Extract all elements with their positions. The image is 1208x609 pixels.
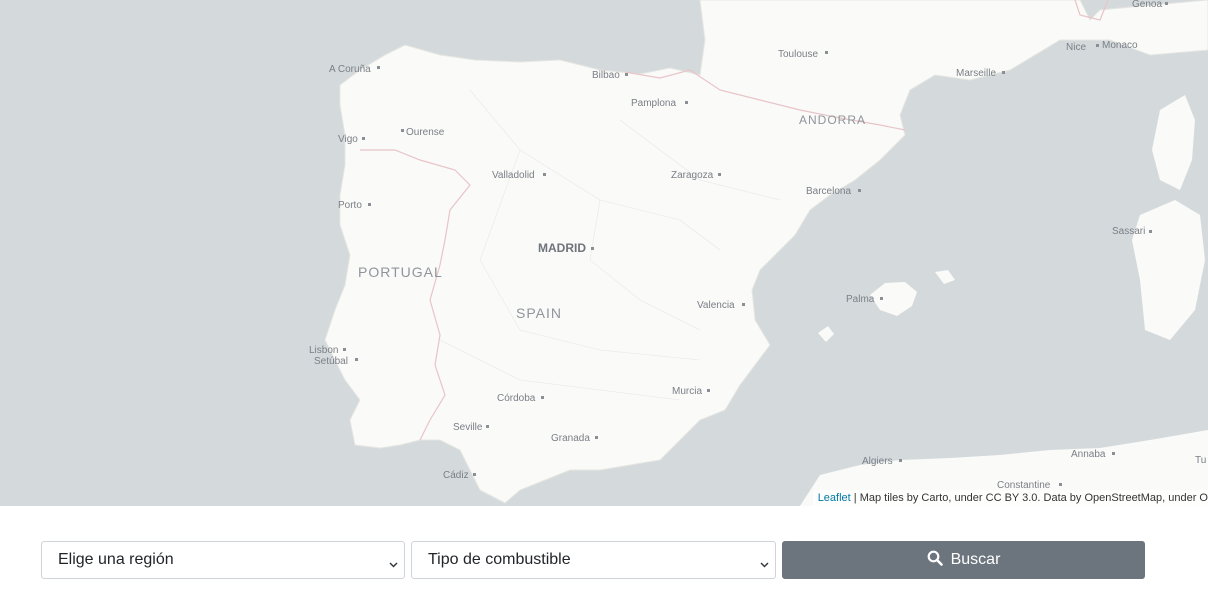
city-label: Setúbal xyxy=(314,356,348,367)
city-label: Lisbon xyxy=(309,345,338,356)
city-label: A Coruña xyxy=(329,64,371,75)
city-label: Córdoba xyxy=(497,393,536,404)
city-label: Ourense xyxy=(406,127,445,138)
city-label: Pamplona xyxy=(631,98,676,109)
country-label-portugal: PORTUGAL xyxy=(358,264,443,280)
fuel-type-select-value: Tipo de combustible xyxy=(428,551,571,568)
city-label: Marseille xyxy=(956,68,996,79)
city-label: Annaba xyxy=(1071,449,1106,460)
chevron-down-icon xyxy=(389,556,398,568)
map-labels: PORTUGAL SPAIN ANDORRA MADRID A Coruña O… xyxy=(309,0,1206,491)
city-label: Granada xyxy=(551,433,590,444)
city-label: Barcelona xyxy=(806,186,851,197)
city-label: Vigo xyxy=(338,134,358,145)
city-label: Palma xyxy=(846,294,875,305)
chevron-down-icon xyxy=(760,556,769,568)
search-controls: Elige una región Tipo de combustible Bus… xyxy=(41,541,1145,579)
fuel-type-select[interactable]: Tipo de combustible xyxy=(411,541,776,579)
search-button[interactable]: Buscar xyxy=(782,541,1145,579)
city-label: Genoa xyxy=(1132,0,1162,10)
attribution-text: | Map tiles by Carto, under CC BY 3.0. D… xyxy=(850,492,1208,504)
city-label: Valladolid xyxy=(492,170,535,181)
city-label: Nice xyxy=(1066,42,1086,53)
leaflet-link[interactable]: Leaflet xyxy=(818,492,851,504)
city-label: Monaco xyxy=(1102,40,1138,51)
map[interactable]: PORTUGAL SPAIN ANDORRA MADRID A Coruña O… xyxy=(0,0,1208,506)
city-label: Tu xyxy=(1195,455,1206,466)
country-label-spain: SPAIN xyxy=(516,305,562,321)
city-label: Zaragoza xyxy=(671,170,714,181)
region-select[interactable]: Elige una región xyxy=(41,541,405,579)
city-label: Murcia xyxy=(672,386,702,397)
city-label: Cádiz xyxy=(443,470,469,481)
country-label-andorra: ANDORRA xyxy=(799,113,866,127)
city-label: Valencia xyxy=(697,300,735,311)
city-label: Seville xyxy=(453,422,483,433)
search-button-label: Buscar xyxy=(950,551,1001,568)
city-label: Bilbao xyxy=(592,70,620,81)
region-select-value: Elige una región xyxy=(58,551,174,568)
city-label: Porto xyxy=(338,200,362,211)
capital-label: MADRID xyxy=(538,241,586,255)
map-attribution: Leaflet | Map tiles by Carto, under CC B… xyxy=(812,490,1208,506)
city-label: Algiers xyxy=(862,456,893,467)
city-label: Toulouse xyxy=(778,49,818,60)
search-icon xyxy=(927,550,943,571)
city-label: Sassari xyxy=(1112,226,1145,237)
